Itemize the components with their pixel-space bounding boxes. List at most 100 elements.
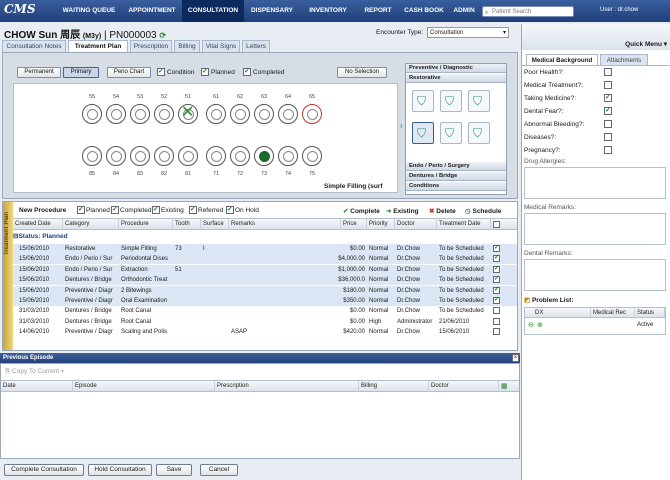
- col-created-date[interactable]: Created Date: [13, 219, 63, 230]
- copy-to-current-button[interactable]: ⎘ Copy To Current ▾: [5, 368, 64, 376]
- tooth-81[interactable]: [178, 146, 198, 166]
- table-row[interactable]: 14/06/2010 Preventive / Diagr Scaling and …: [13, 327, 517, 337]
- excel-icon[interactable]: ▦: [501, 382, 508, 390]
- tooth-74[interactable]: [278, 146, 298, 166]
- filter-referred-checkbox[interactable]: [189, 205, 197, 214]
- hold-consultation-button[interactable]: Hold Consultation: [88, 464, 152, 476]
- nav-report[interactable]: REPORT: [356, 0, 400, 22]
- question-checkbox[interactable]: [604, 68, 612, 76]
- condition-checkbox[interactable]: [157, 67, 165, 76]
- tab-billing[interactable]: Billing: [174, 40, 200, 52]
- col-treatment-date[interactable]: Treatment Date: [437, 219, 491, 230]
- tooth-63[interactable]: [254, 104, 274, 124]
- schedule-button[interactable]: ◷ Schedule: [465, 207, 501, 215]
- table-row[interactable]: 15/06/2010 Endo / Perio / Sur Extraction 51…: [13, 264, 517, 275]
- table-row[interactable]: 15/06/2010 Restorative Simple Filling 73 I $0…: [13, 243, 517, 254]
- tooth-73[interactable]: [254, 146, 274, 166]
- veneer-icon[interactable]: ⛉: [468, 122, 490, 144]
- nav-consultation[interactable]: CONSULTATION: [182, 0, 244, 22]
- tab-medical-background[interactable]: Medical Background: [526, 54, 598, 65]
- collapse-icon[interactable]: ×: [512, 354, 519, 362]
- table-row[interactable]: 31/03/2010 Dentures / Bridge Root Canal $0.…: [13, 317, 517, 327]
- onlay-icon[interactable]: ⛉: [468, 90, 490, 112]
- question-checkbox[interactable]: [604, 133, 612, 141]
- tooth-84[interactable]: [106, 146, 126, 166]
- complete-button[interactable]: ✔ Complete: [343, 207, 380, 215]
- problem-col-dx[interactable]: DX: [533, 308, 591, 319]
- nav-inventory[interactable]: INVENTORY: [300, 0, 356, 22]
- tab-letters[interactable]: Letters: [242, 40, 270, 52]
- row-checkbox[interactable]: [493, 295, 500, 305]
- tooth-82[interactable]: [154, 146, 174, 166]
- tooth-83[interactable]: [130, 146, 150, 166]
- tooth-51[interactable]: [178, 102, 198, 124]
- table-row[interactable]: 15/06/2010 Preventive / Diagr 2 Bitewings $…: [13, 285, 517, 296]
- filter-planned-checkbox[interactable]: [77, 205, 85, 214]
- table-row[interactable]: 15/06/2010 Endo / Perio / Sur Periodontal …: [13, 253, 517, 265]
- primary-button[interactable]: Primary: [63, 67, 99, 78]
- medical-remarks-field[interactable]: [524, 213, 666, 245]
- tooth-62[interactable]: [230, 104, 250, 124]
- table-row[interactable]: 15/06/2010 Dentures / Bridge Orthodontic T…: [13, 274, 517, 286]
- filter-onhold-checkbox[interactable]: [226, 205, 234, 214]
- user-label[interactable]: User : dr.chow: [600, 7, 638, 13]
- patient-search-input[interactable]: ⌕ Patient Search: [482, 6, 574, 17]
- tooth-75[interactable]: [302, 146, 322, 166]
- quick-menu-button[interactable]: Quick Menu ▾: [625, 40, 667, 48]
- question-checkbox[interactable]: [604, 93, 612, 102]
- row-checkbox[interactable]: [493, 264, 500, 274]
- question-checkbox[interactable]: [604, 81, 612, 89]
- refresh-icon[interactable]: ⟳: [159, 31, 166, 40]
- tab-treatment-plan[interactable]: Treatment Plan: [68, 40, 128, 52]
- nav-admin[interactable]: ADMIN: [448, 0, 480, 22]
- encounter-type-select[interactable]: Consultation: [427, 27, 509, 38]
- col-procedure[interactable]: Procedure: [119, 219, 173, 230]
- col-priority[interactable]: Priority: [367, 219, 395, 230]
- row-checkbox[interactable]: [493, 317, 500, 325]
- perio-chart-button[interactable]: Perio Chart: [107, 67, 151, 78]
- question-checkbox[interactable]: [604, 106, 612, 115]
- col-remarks[interactable]: Remarks: [229, 219, 341, 230]
- tooth-65[interactable]: [302, 104, 322, 124]
- tab-consultation-notes[interactable]: Consultation Notes: [2, 40, 66, 52]
- problem-col-status[interactable]: Status: [635, 308, 665, 319]
- select-all-checkbox[interactable]: [493, 221, 500, 228]
- treatment-plan-side-tab[interactable]: Treatment Plan: [3, 202, 13, 350]
- row-checkbox[interactable]: [493, 274, 500, 284]
- tooth-54[interactable]: [106, 104, 126, 124]
- conditions-header[interactable]: Conditions: [406, 182, 506, 191]
- add-icon[interactable]: ⊕: [537, 321, 543, 329]
- col-category[interactable]: Category: [63, 219, 119, 230]
- delete-button[interactable]: ✖ Delete: [429, 207, 456, 215]
- col-surface[interactable]: Surface: [201, 219, 229, 230]
- dentures-bridge-header[interactable]: Dentures / Bridge: [406, 172, 506, 181]
- endo-perio-surgery-header[interactable]: Endo / Perio / Surgery: [406, 162, 506, 171]
- col-tooth[interactable]: Tooth: [173, 219, 201, 230]
- existing-button[interactable]: ➜ Existing: [386, 207, 419, 215]
- question-checkbox[interactable]: [604, 146, 612, 154]
- drug-allergies-field[interactable]: [524, 167, 666, 199]
- complete-consultation-button[interactable]: Complete Consultation: [4, 464, 84, 476]
- nav-waiting-queue[interactable]: WAITING QUEUE: [56, 0, 122, 22]
- prev-col-prescription[interactable]: Prescription: [215, 381, 359, 392]
- problem-col-medical-rec[interactable]: Medical Rec: [591, 308, 635, 319]
- tooth-64[interactable]: [278, 104, 298, 124]
- filter-completed-checkbox[interactable]: [111, 205, 119, 214]
- tooth-61[interactable]: [206, 104, 226, 124]
- nav-cash-book[interactable]: CASH BOOK: [400, 0, 448, 22]
- prev-col-billing[interactable]: Billing: [359, 381, 429, 392]
- tab-attachments[interactable]: Attachments: [600, 54, 648, 65]
- cancel-button[interactable]: Cancel: [200, 464, 238, 476]
- prev-col-episode[interactable]: Episode: [73, 381, 215, 392]
- question-checkbox[interactable]: [604, 120, 612, 128]
- new-procedure-button[interactable]: New Procedure: [19, 207, 66, 214]
- tooth-71[interactable]: [206, 146, 226, 166]
- planned-checkbox[interactable]: [201, 67, 209, 76]
- dental-remarks-field[interactable]: [524, 259, 666, 291]
- previous-episode-header[interactable]: Previous Episode: [0, 353, 520, 363]
- tooth-52[interactable]: [154, 104, 174, 124]
- remove-icon[interactable]: ⊖: [528, 321, 534, 329]
- row-checkbox[interactable]: [493, 243, 500, 253]
- preventive-diagnostic-header[interactable]: Preventive / Diagnostic: [406, 64, 506, 73]
- crown-icon[interactable]: ⛉: [440, 122, 462, 144]
